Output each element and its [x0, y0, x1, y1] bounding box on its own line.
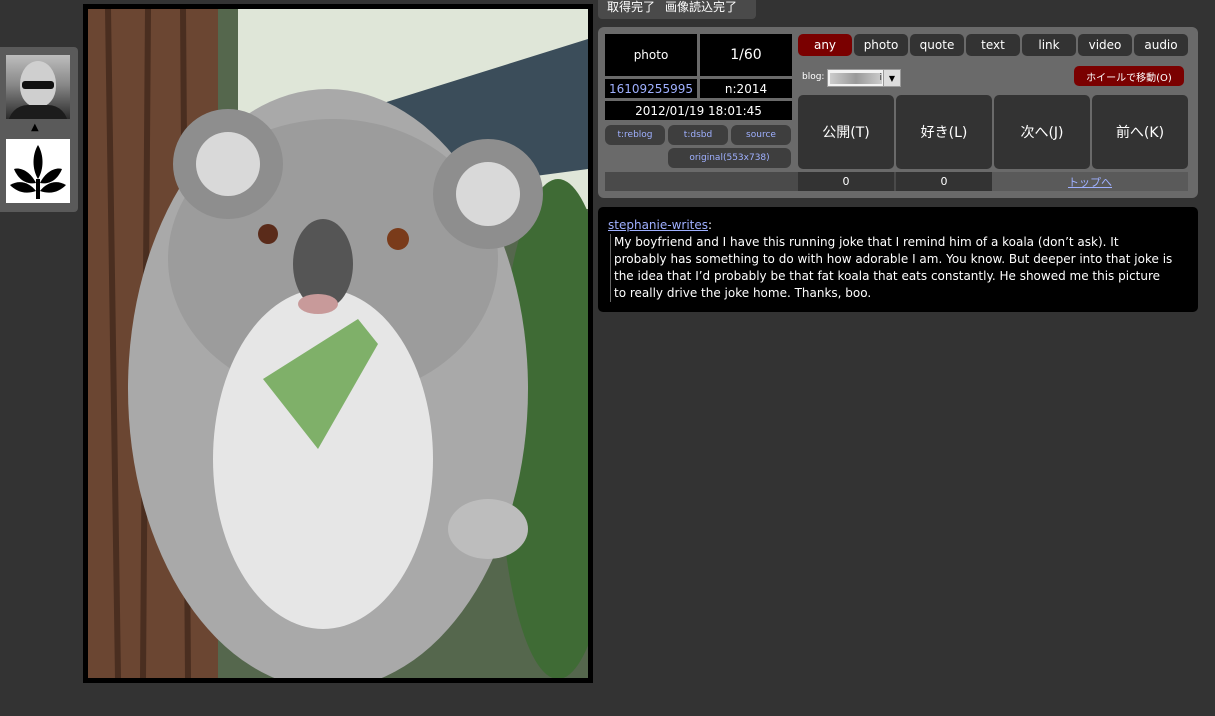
control-panel: photo 1/60 16109255995 n:2014 2012/01/19…: [598, 27, 1198, 198]
arrow-up-icon[interactable]: ▲: [31, 123, 39, 133]
blog-label: blog:: [802, 72, 825, 82]
post-datetime: 2012/01/19 18:01:45: [605, 101, 792, 120]
chevron-down-icon[interactable]: ▼: [883, 70, 900, 86]
publish-count: 0: [798, 172, 894, 191]
original-image-button[interactable]: original(553x738): [668, 148, 791, 168]
caption-text: My boyfriend and I have this running jok…: [610, 234, 1174, 302]
avatar-sunglasses: [22, 81, 54, 89]
post-id[interactable]: 16109255995: [605, 79, 697, 98]
top-link[interactable]: トップへ: [992, 172, 1188, 191]
filter-photo[interactable]: photo: [854, 34, 908, 56]
avatar[interactable]: [6, 55, 70, 119]
avatar-panel: ▲: [0, 47, 78, 212]
like-button[interactable]: 好き(L): [896, 95, 992, 169]
image-load-status: 画像読込完了: [665, 0, 738, 14]
blog-select[interactable]: i ▼: [827, 69, 901, 87]
filter-audio[interactable]: audio: [1134, 34, 1188, 56]
source-button[interactable]: source: [731, 125, 791, 145]
caption-author-link[interactable]: stephanie-writes: [608, 218, 708, 232]
filter-link[interactable]: link: [1022, 34, 1076, 56]
filter-any[interactable]: any: [798, 34, 852, 56]
filter-video[interactable]: video: [1078, 34, 1132, 56]
fetch-status: 取得完了: [607, 0, 656, 14]
caption-colon: :: [708, 218, 713, 232]
reblog-button[interactable]: t:reblog: [605, 125, 665, 145]
post-position: 1/60: [700, 34, 792, 76]
blog-select-value: i: [830, 73, 882, 84]
caption-author-line: stephanie-writes:: [608, 217, 712, 234]
post-photo[interactable]: [88, 9, 588, 678]
like-count: 0: [896, 172, 992, 191]
publish-button[interactable]: 公開(T): [798, 95, 894, 169]
wheel-navigate-button[interactable]: ホイールで移動(O): [1074, 66, 1184, 86]
filter-quote[interactable]: quote: [910, 34, 964, 56]
post-type: photo: [605, 34, 697, 76]
status-bar: 取得完了 画像読込完了: [598, 0, 757, 19]
dashboard-button[interactable]: t:dsbd: [668, 125, 728, 145]
blog-logo-icon[interactable]: [6, 139, 70, 203]
avatar-suit: [8, 105, 68, 119]
photo-frame: [83, 4, 593, 683]
prev-button[interactable]: 前へ(K): [1092, 95, 1188, 169]
note-count: n:2014: [700, 79, 792, 98]
caption-box: stephanie-writes: My boyfriend and I hav…: [598, 207, 1198, 312]
filter-text[interactable]: text: [966, 34, 1020, 56]
next-button[interactable]: 次へ(J): [994, 95, 1090, 169]
